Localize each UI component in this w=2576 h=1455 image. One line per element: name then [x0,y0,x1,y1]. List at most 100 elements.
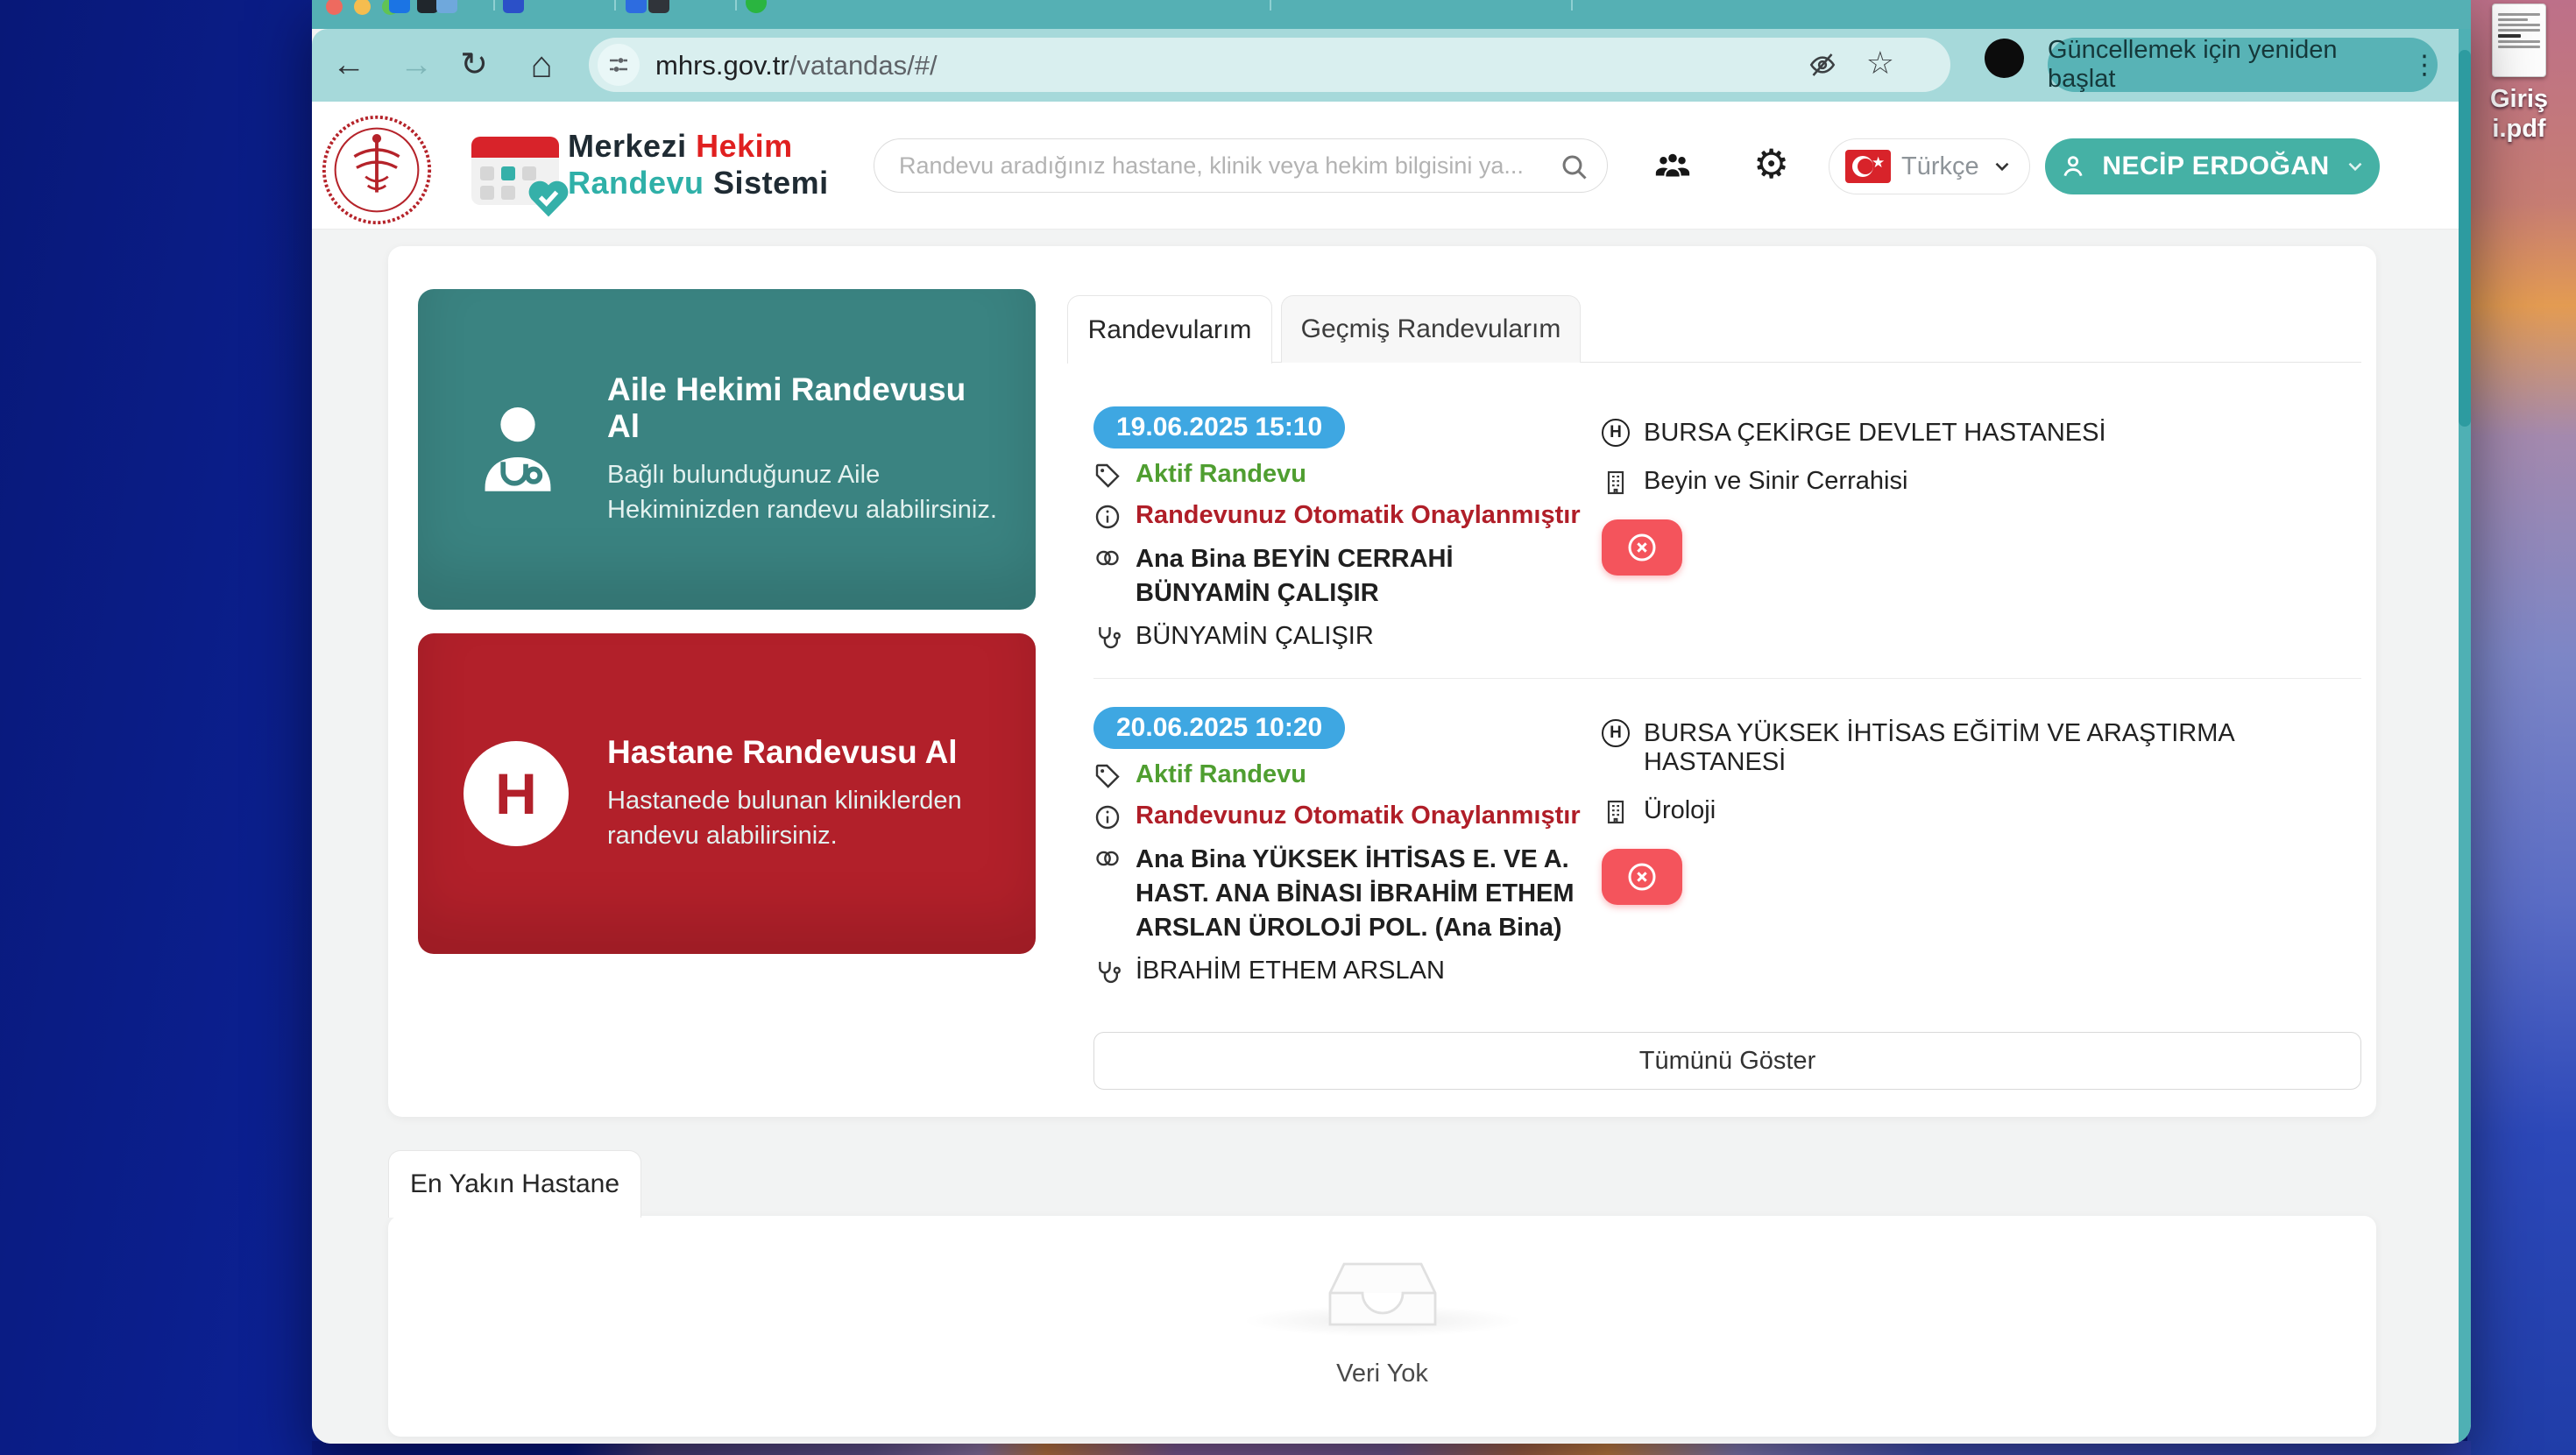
appointment-hospital: BURSA ÇEKİRGE DEVLET HASTANESİ [1644,419,2106,448]
heart-check-icon [524,173,573,219]
tab-favicon-facebook[interactable] [389,0,410,13]
ministry-of-health-emblem [321,114,433,226]
user-name-label: NECİP ERDOĞAN [2102,152,2329,181]
stethoscope-icon [1093,624,1122,652]
cancel-appointment-button[interactable] [1602,519,1682,576]
search-icon[interactable] [1558,151,1589,182]
hospital-circle-icon: H [1602,419,1630,447]
family-doctor-appointment-card[interactable]: Aile Hekimi Randevusu Al Bağlı bulunduğu… [418,289,1036,610]
profile-avatar[interactable] [1985,39,2024,78]
show-all-button[interactable]: Tümünü Göster [1093,1032,2361,1090]
card-description: Bağlı bulunduğunuz Aile Hekiminizden ran… [607,457,1001,527]
appointment-doctor: BÜNYAMİN ÇALIŞIR [1136,622,1374,651]
tab-separator [614,0,616,11]
desktop-pdf-shortcut[interactable]: Giriş i.pdf [2471,4,2567,144]
tab-separator [1571,0,1573,11]
stethoscope-icon [1093,958,1122,986]
chevron-down-icon [1991,155,2013,178]
appointment-status: Aktif Randevu [1136,460,1306,489]
tab-nearest-hospital[interactable]: En Yakın Hastane [388,1150,641,1218]
gear-icon[interactable]: ⚙ [1753,140,1789,187]
person-icon [2058,152,2088,181]
appointment-row: 19.06.2025 15:10 Aktif Randevu [1093,406,2361,652]
page-content: Aile Hekimi Randevusu Al Bağlı bulunduğu… [312,230,2459,1444]
cancel-x-icon [1624,530,1660,565]
traffic-light-close-icon[interactable] [326,0,343,15]
pdf-label-line2: i.pdf [2471,114,2567,144]
traffic-light-minimize-icon[interactable] [354,0,371,15]
appointment-date-badge: 20.06.2025 10:20 [1093,707,1345,749]
tab-favicon-whatsapp[interactable] [746,0,767,13]
forward-button[interactable]: → [395,45,437,87]
site-header: Merkezi Hekim Randevu Sistemi [312,102,2459,230]
appointment-hospital: BURSA YÜKSEK İHTİSAS EĞİTİM VE ARAŞTIRMA… [1644,719,2361,777]
language-label: Türkçe [1901,152,1980,181]
pdf-label-line1: Giriş [2471,84,2567,114]
tab-favicon-blue2[interactable] [503,0,524,13]
update-chrome-button[interactable]: Güncellemek için yeniden başlat ⋮ [2048,38,2438,92]
group-people-icon[interactable] [1652,145,1693,186]
scrollbar-thumb[interactable] [2459,50,2471,427]
appointment-status: Aktif Randevu [1136,760,1306,789]
reload-button[interactable]: ↻ [453,45,495,87]
tab-my-appointments[interactable]: Randevularım [1067,295,1272,364]
logo-word-hekim: Hekim [696,128,793,164]
cancel-x-icon [1624,859,1660,894]
tab-favicon-shield[interactable] [626,0,647,13]
link-icon [1093,544,1122,572]
browser-window: ← → ↻ ⌂ mhrs.gov.tr/vatandas/#/ [312,0,2471,1444]
hospital-appointment-card[interactable]: H Hastane Randevusu Al Hastanede bulunan… [418,633,1036,954]
url-text[interactable]: mhrs.gov.tr/vatandas/#/ [655,50,938,81]
appointment-list: 19.06.2025 15:10 Aktif Randevu [1067,363,2361,1090]
browser-tab-strip [312,0,2471,29]
logo-word-randevu: Randevu [568,165,704,201]
info-icon [1093,803,1122,831]
card-title: Hastane Randevusu Al [607,734,1001,771]
appointment-row: 20.06.2025 10:20 Aktif Randevu [1093,707,2361,986]
search-input[interactable] [899,139,1547,192]
appointment-note: Randevunuz Otomatik Onaylanmıştır [1136,802,1581,830]
info-icon [1093,503,1122,531]
appointment-date-badge: 19.06.2025 15:10 [1093,406,1345,449]
cancel-appointment-button[interactable] [1602,849,1682,905]
site-logo-text: Merkezi Hekim Randevu Sistemi [568,128,829,201]
language-selector[interactable]: ★ Türkçe [1829,138,2030,194]
card-description: Hastanede bulunan kliniklerden randevu a… [607,783,1001,853]
appointment-clinic: Ana Bina BEYİN CERRAHİ BÜNYAMİN ÇALIŞIR [1136,542,1591,611]
logo-word-sistemi: Sistemi [704,165,829,201]
desktop-wallpaper: Giriş i.pdf ← → ↻ ⌂ [0,0,2576,1455]
appointment-department: Beyin ve Sinir Cerrahisi [1644,467,1907,496]
tab-separator [493,0,495,11]
update-chrome-label: Güncellemek için yeniden başlat [2048,36,2399,94]
appointment-department: Üroloji [1644,796,1716,825]
tag-icon [1093,762,1122,790]
appointments-panel: Aile Hekimi Randevusu Al Bağlı bulunduğu… [388,246,2376,1117]
home-button[interactable]: ⌂ [520,45,563,87]
appointments-region: Randevularım Geçmiş Randevularım 19.06.2… [1067,295,2361,1090]
back-button[interactable]: ← [328,45,370,87]
tab-favicon-dark2[interactable] [648,0,669,13]
empty-state-label: Veri Yok [388,1360,2376,1388]
url-host: mhrs.gov.tr [655,50,789,81]
chevron-down-icon [2344,155,2367,178]
building-icon [1602,469,1630,497]
building-icon [1602,798,1630,826]
appointments-tabs: Randevularım Geçmiş Randevularım [1067,295,2361,363]
tab-favicon-blue[interactable] [436,0,457,13]
bookmark-star-icon[interactable]: ☆ [1866,45,1894,81]
appointment-doctor: İBRAHİM ETHEM ARSLAN [1136,957,1445,985]
eye-off-icon[interactable] [1807,49,1838,81]
user-menu-button[interactable]: NECİP ERDOĞAN [2045,138,2380,194]
url-path: /vatandas/#/ [789,50,938,81]
appointment-clinic: Ana Bina YÜKSEK İHTİSAS E. VE A. HAST. A… [1136,843,1591,945]
tab-past-appointments[interactable]: Geçmiş Randevularım [1281,295,1581,363]
browser-menu-icon[interactable]: ⋮ [2411,50,2438,81]
site-settings-icon[interactable] [598,44,640,86]
page-scrollbar[interactable] [2459,29,2471,1444]
address-bar[interactable]: mhrs.gov.tr/vatandas/#/ ☆ [589,38,1950,92]
appointment-note: Randevunuz Otomatik Onaylanmıştır [1136,501,1581,530]
logo-word-merkezi: Merkezi [568,128,696,164]
link-icon [1093,844,1122,872]
tab-favicon-dark[interactable] [417,0,438,13]
tab-separator [735,0,737,11]
